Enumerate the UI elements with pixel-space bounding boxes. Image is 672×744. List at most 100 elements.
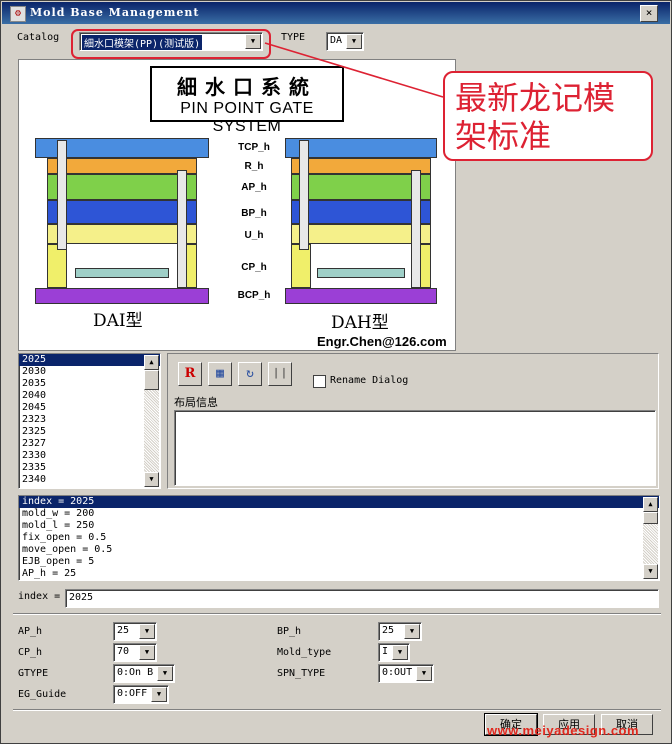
param-list-scrollbar[interactable]: ▲ ▼: [643, 497, 658, 579]
list-item[interactable]: 2323: [19, 414, 160, 426]
list-item[interactable]: 2045: [19, 402, 160, 414]
close-button[interactable]: ×: [640, 5, 658, 22]
eg-guide-select[interactable]: 0:OFF ▼: [113, 685, 169, 704]
eg-guide-dropdown-icon[interactable]: ▼: [151, 687, 167, 702]
index-label: index =: [18, 591, 61, 602]
row-label-u: U_h: [244, 230, 264, 241]
window-title: Mold Base Management: [30, 6, 200, 19]
mold-type-label: Mold_type: [277, 647, 332, 658]
list-item[interactable]: mold_l = 250: [19, 520, 659, 532]
list-item[interactable]: 2330: [19, 450, 160, 462]
cp-h-dropdown-icon[interactable]: ▼: [139, 645, 155, 660]
mold-type-dropdown-icon[interactable]: ▼: [392, 645, 408, 660]
dai-bcp-plate: [35, 288, 209, 304]
list-item[interactable]: 2340: [19, 474, 160, 486]
bp-h-value: 25: [382, 625, 395, 636]
bp-h-label: BP_h: [277, 626, 302, 637]
gtype-select[interactable]: 0:On B ▼: [113, 664, 175, 683]
gtype-dropdown-icon[interactable]: ▼: [157, 666, 173, 681]
eg-guide-label: EG_Guide: [18, 689, 67, 700]
ap-h-value: 25: [117, 625, 130, 636]
layout-info-textarea[interactable]: [174, 410, 656, 486]
scroll-thumb[interactable]: [144, 370, 159, 390]
table-icon[interactable]: ▦: [208, 362, 232, 386]
rename-dialog-checkbox[interactable]: [313, 375, 326, 388]
scroll-up-icon[interactable]: ▲: [643, 497, 658, 512]
list-item[interactable]: 2040: [19, 390, 160, 402]
list-item[interactable]: 2325: [19, 426, 160, 438]
row-label-r: R_h: [244, 161, 264, 172]
dai-support-pin: [177, 170, 187, 288]
scroll-thumb[interactable]: [643, 512, 658, 524]
dai-ap-plate: [47, 174, 197, 200]
dah-ap-plate: [291, 174, 431, 200]
list-item[interactable]: 2030: [19, 366, 160, 378]
dah-cp-left: [291, 244, 311, 288]
author-email: Engr.Chen@126.com: [317, 334, 447, 349]
scroll-down-icon[interactable]: ▼: [643, 564, 658, 579]
list-item[interactable]: fix_open = 0.5: [19, 532, 659, 544]
annotation-note: 最新龙记模架标准: [443, 71, 653, 161]
ap-h-select[interactable]: 25 ▼: [113, 622, 157, 641]
dah-u-plate: [291, 224, 431, 244]
divider: [13, 709, 661, 711]
row-label-cp: CP_h: [241, 262, 267, 273]
list-item[interactable]: 2335: [19, 462, 160, 474]
dah-bcp-plate: [285, 288, 437, 304]
mold-type-value: I: [382, 646, 389, 657]
title-bar[interactable]: ⚙ Mold Base Management ×: [2, 2, 670, 24]
list-item[interactable]: 2035: [19, 378, 160, 390]
ap-h-dropdown-icon[interactable]: ▼: [139, 624, 155, 639]
divider: [13, 613, 661, 615]
cp-h-select[interactable]: 70 ▼: [113, 643, 157, 662]
size-list[interactable]: 2025 2030 2035 2040 2045 2323 2325 2327 …: [18, 353, 161, 489]
list-item[interactable]: AP_h = 25: [19, 568, 659, 580]
scroll-up-icon[interactable]: ▲: [144, 355, 159, 370]
mold-type-select[interactable]: I ▼: [378, 643, 410, 662]
list-item[interactable]: index = 2025: [19, 496, 659, 508]
row-label-tcp: TCP_h: [238, 142, 270, 153]
list-item[interactable]: move_open = 0.5: [19, 544, 659, 556]
catalog-highlight-circle: [71, 29, 271, 59]
param-list[interactable]: index = 2025 mold_w = 200 mold_l = 250 f…: [18, 495, 660, 581]
ap-h-label: AP_h: [18, 626, 43, 637]
index-value: 2025: [69, 592, 94, 603]
spn-type-value: 0:OUT: [382, 667, 413, 678]
dai-bp-plate: [47, 200, 197, 224]
cp-h-label: CP_h: [18, 647, 43, 658]
cp-h-value: 70: [117, 646, 130, 657]
row-label-ap: AP_h: [241, 182, 267, 193]
dah-label: DAH型: [331, 313, 389, 333]
layout-panel: R ▦ ↻ ❘❘ Rename Dialog 布局信息: [167, 353, 659, 489]
dah-r-plate: [291, 158, 431, 174]
dah-bp-plate: [291, 200, 431, 224]
rename-dialog-label: Rename Dialog: [330, 375, 409, 386]
report-icon[interactable]: R: [178, 362, 202, 386]
index-input[interactable]: 2025: [65, 589, 659, 608]
spn-type-select[interactable]: 0:OUT ▼: [378, 664, 434, 683]
mold-base-window: ⚙ Mold Base Management × Catalog 細水口模架(P…: [0, 0, 672, 744]
scale-icon[interactable]: ❘❘: [268, 362, 292, 386]
refresh-icon[interactable]: ↻: [238, 362, 262, 386]
scroll-down-icon[interactable]: ▼: [144, 472, 159, 487]
list-item[interactable]: 2025: [19, 354, 160, 366]
dah-guide-pin: [299, 140, 309, 250]
spn-type-label: SPN_TYPE: [277, 668, 326, 679]
bp-h-select[interactable]: 25 ▼: [378, 622, 422, 641]
eg-guide-value: 0:OFF: [117, 688, 148, 699]
bp-h-dropdown-icon[interactable]: ▼: [404, 624, 420, 639]
dai-r-plate: [47, 158, 197, 174]
annotation-arrow: [264, 42, 444, 98]
list-item[interactable]: 2327: [19, 438, 160, 450]
dai-ejector-plate: [75, 268, 169, 278]
row-label-bp: BP_h: [241, 208, 267, 219]
catalog-label: Catalog: [17, 32, 60, 43]
size-list-scrollbar[interactable]: ▲ ▼: [144, 355, 159, 487]
spn-type-dropdown-icon[interactable]: ▼: [416, 666, 432, 681]
gtype-value: 0:On B: [117, 667, 154, 678]
list-item[interactable]: EJB_open = 5: [19, 556, 659, 568]
watermark-text: www.meiyadesign.com: [487, 723, 640, 738]
list-item[interactable]: mold_w = 200: [19, 508, 659, 520]
dai-label: DAI型: [93, 311, 143, 331]
dah-ejector-plate: [317, 268, 405, 278]
